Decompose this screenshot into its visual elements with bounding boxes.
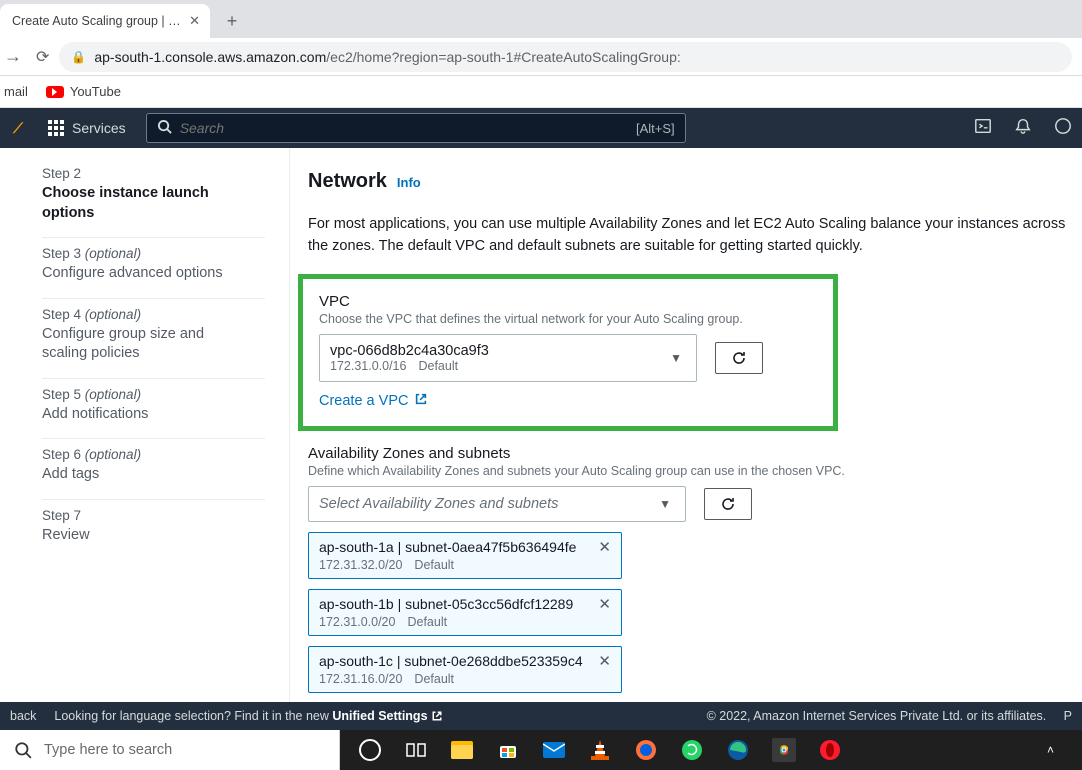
services-menu[interactable]: Services [36,108,138,148]
cortana-icon[interactable] [358,738,382,762]
search-icon [14,741,32,759]
create-vpc-link[interactable]: Create a VPC [319,392,428,410]
unified-settings-link[interactable]: Unified Settings [332,709,443,723]
step-number: Step 7 [42,508,245,523]
opera-icon[interactable] [818,738,842,762]
main-content: Network Info For most applications, you … [290,148,1082,702]
vpc-label: VPC [319,293,817,310]
vlc-icon[interactable] [588,738,612,762]
tray-chevron-icon[interactable]: ˄ [1047,743,1054,757]
wizard-steps: Step 2Choose instance launch optionsStep… [0,148,290,702]
wizard-step[interactable]: Step 6 (optional) Add tags [42,439,265,500]
search-shortcut: [Alt+S] [636,121,675,136]
copyright: © 2022, Amazon Internet Services Private… [707,709,1047,723]
firefox-icon[interactable] [634,738,658,762]
store-icon[interactable] [496,738,520,762]
whatsapp-icon[interactable] [680,738,704,762]
section-title: Network [308,170,387,193]
browser-toolbar: → ⟳ 🔒 ap-south-1.console.aws.amazon.com/… [0,38,1082,76]
section-lead: For most applications, you can use multi… [308,213,1082,258]
address-bar[interactable]: 🔒 ap-south-1.console.aws.amazon.com/ec2/… [59,42,1072,72]
subnet-chip: ap-south-1a | subnet-0aea47f5b636494fe✕1… [308,532,622,579]
vpc-refresh-button[interactable] [715,342,763,374]
subnet-chip: ap-south-1c | subnet-0e268ddbe523359c4✕1… [308,646,622,693]
close-tab-icon[interactable]: ✕ [189,13,200,29]
cloudshell-icon[interactable] [974,117,992,140]
edge-icon[interactable] [726,738,750,762]
subnet-title: ap-south-1c | subnet-0e268ddbe523359c4 [319,653,583,669]
subnet-title: ap-south-1b | subnet-05c3cc56dfcf12289 [319,596,573,612]
reload-button[interactable]: ⟳ [36,47,49,67]
step-title: Review [42,526,245,546]
vpc-selected-id: vpc-066d8b2c4a30ca9f3 [330,343,489,359]
grid-icon [48,120,64,136]
lock-icon: 🔒 [71,50,86,64]
aws-search-input[interactable] [172,120,636,136]
bookmarks-bar: mail YouTube [0,76,1082,108]
url-host: ap-south-1.console.aws.amazon.com [94,49,326,65]
external-link-icon [414,392,428,410]
aws-search[interactable]: [Alt+S] [146,113,686,143]
bookmark-gmail[interactable]: mail [4,84,28,99]
task-view-icon[interactable] [404,738,428,762]
step-number: Step 2 [42,166,245,181]
mail-icon[interactable] [542,738,566,762]
step-number: Step 6 (optional) [42,447,245,462]
youtube-icon [46,86,64,98]
chevron-down-icon: ▼ [659,497,671,511]
browser-tab[interactable]: Create Auto Scaling group | EC2 | ✕ [0,4,210,38]
wizard-step[interactable]: Step 7 Review [42,500,265,560]
wizard-step[interactable]: Step 4 (optional) Configure group size an… [42,299,265,379]
wizard-step[interactable]: Step 2 Choose instance launch options [42,158,265,238]
taskbar-search[interactable]: Type here to search [0,730,340,770]
step-title: Add tags [42,465,245,485]
taskbar-search-placeholder: Type here to search [44,742,172,758]
forward-button[interactable]: → [0,46,26,67]
bell-icon[interactable] [1014,117,1032,140]
vpc-desc: Choose the VPC that defines the virtual … [319,312,817,326]
subnet-title: ap-south-1a | subnet-0aea47f5b636494fe [319,539,576,555]
aws-footer: back Looking for language selection? Fin… [0,702,1082,730]
step-title: Choose instance launch options [42,184,245,223]
az-placeholder: Select Availability Zones and subnets [319,496,558,512]
wizard-step[interactable]: Step 3 (optional) Configure advanced opti… [42,238,265,299]
browser-tabbar: Create Auto Scaling group | EC2 | ✕ + [0,0,1082,38]
step-number: Step 3 (optional) [42,246,245,261]
step-number: Step 4 (optional) [42,307,245,322]
aws-logo[interactable]: ⟋ [0,108,36,148]
step-title: Configure advanced options [42,264,245,284]
explorer-icon[interactable] [450,738,474,762]
new-tab-button[interactable]: + [218,7,246,35]
feedback-link[interactable]: back [10,709,36,723]
vpc-panel: VPC Choose the VPC that defines the virt… [298,274,838,431]
az-refresh-button[interactable] [704,488,752,520]
remove-subnet-icon[interactable]: ✕ [596,595,613,613]
url-path: /ec2/home?region=ap-south-1#CreateAutoSc… [326,49,681,65]
az-desc: Define which Availability Zones and subn… [308,464,1082,478]
chrome-icon[interactable] [772,738,796,762]
browser-tab-title: Create Auto Scaling group | EC2 | [12,14,183,28]
az-label: Availability Zones and subnets [308,445,1082,462]
vpc-select[interactable]: vpc-066d8b2c4a30ca9f3 172.31.0.0/16Defau… [319,334,697,382]
help-icon[interactable] [1054,117,1072,140]
remove-subnet-icon[interactable]: ✕ [596,652,613,670]
bookmark-youtube[interactable]: YouTube [46,84,121,99]
info-link[interactable]: Info [397,175,421,190]
az-select[interactable]: Select Availability Zones and subnets ▼ [308,486,686,522]
subnet-chip: ap-south-1b | subnet-05c3cc56dfcf12289✕1… [308,589,622,636]
remove-subnet-icon[interactable]: ✕ [596,538,613,556]
wizard-step[interactable]: Step 5 (optional) Add notifications [42,379,265,440]
windows-taskbar: Type here to search ˄ [0,730,1082,770]
step-title: Add notifications [42,405,245,425]
chevron-down-icon: ▼ [670,351,682,365]
aws-nav: ⟋ Services [Alt+S] [0,108,1082,148]
step-number: Step 5 (optional) [42,387,245,402]
services-label: Services [72,120,126,136]
step-title: Configure group size and scaling policie… [42,325,245,364]
search-icon [157,119,172,137]
